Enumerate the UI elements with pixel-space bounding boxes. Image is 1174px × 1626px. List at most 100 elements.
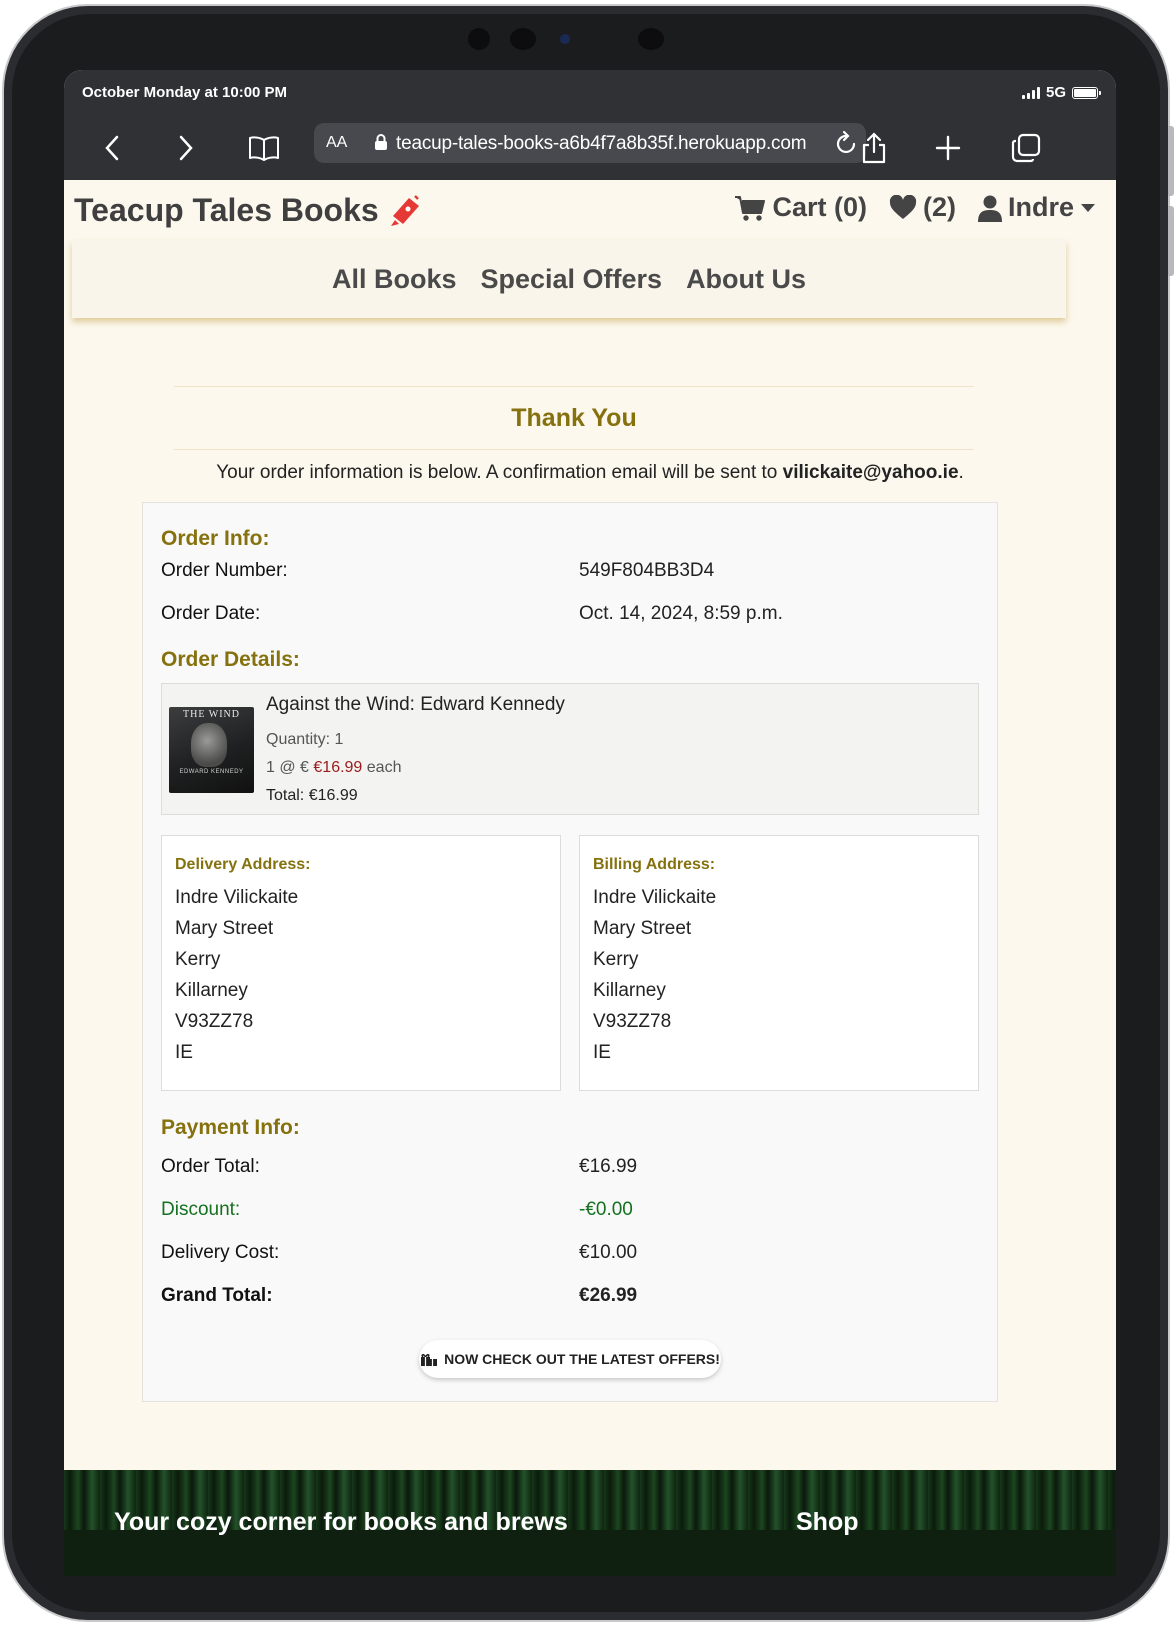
- cart-label: Cart (0): [772, 192, 867, 222]
- share-button[interactable]: [856, 130, 892, 166]
- browser-toolbar: AA teacup-tales-books-a6b4f7a8b35f.herok…: [64, 116, 1116, 180]
- site-footer: Your cozy corner for books and brews Sho…: [64, 1470, 1116, 1576]
- volume-button: [1168, 206, 1174, 276]
- network-label: 5G: [1045, 84, 1066, 101]
- discount-value: -€0.00: [579, 1199, 633, 1220]
- address-line: Kerry: [175, 949, 221, 970]
- price-suffix: each: [366, 759, 402, 776]
- wishlist-link[interactable]: (2): [889, 192, 956, 223]
- lock-icon: [374, 133, 388, 156]
- camera-lens: [560, 34, 570, 44]
- chevron-left-icon: [105, 135, 119, 161]
- page-title: Thank You: [511, 404, 637, 432]
- billing-address-heading: Billing Address:: [593, 856, 716, 873]
- address-bar[interactable]: AA teacup-tales-books-a6b4f7a8b35f.herok…: [314, 123, 866, 163]
- header-actions: Cart (0) (2) Indre: [734, 192, 1096, 223]
- chevron-right-icon: [179, 135, 193, 161]
- address-line: Indre Vilickaite: [175, 887, 299, 908]
- cover-title: THE WIND: [183, 709, 240, 720]
- order-item: THE WIND EDWARD KENNEDY Against the Wind…: [161, 683, 979, 815]
- price-prefix: 1 @ €: [266, 759, 309, 776]
- order-details-heading: Order Details:: [161, 648, 300, 671]
- address-line: Killarney: [175, 980, 248, 1001]
- status-indicators: 5G: [1021, 84, 1101, 101]
- nav-about-us[interactable]: About Us: [686, 264, 806, 295]
- caret-down-icon: [1081, 203, 1095, 212]
- order-total-label: Order Total:: [161, 1156, 260, 1177]
- delivery-address-lines: Indre Vilickaite Mary Street Kerry Killa…: [175, 882, 298, 1068]
- battery-icon: [1072, 86, 1101, 99]
- item-total: Total: €16.99: [266, 787, 358, 804]
- delivery-cost-label: Delivery Cost:: [161, 1242, 280, 1263]
- gifts-icon: [421, 1353, 438, 1366]
- grand-total-value: €26.99: [579, 1285, 638, 1306]
- account-menu[interactable]: Indre: [977, 192, 1096, 223]
- site-logo[interactable]: Teacup Tales Books: [74, 192, 423, 229]
- cover-author: EDWARD KENNEDY: [179, 769, 244, 775]
- footer-tagline: Your cozy corner for books and brews: [114, 1508, 568, 1536]
- confirmation-email: vilickaite@yahoo.ie: [782, 462, 959, 483]
- camera-dot: [510, 28, 536, 50]
- nav-all-books[interactable]: All Books: [332, 264, 457, 295]
- intro-message: Your order information is below. A confi…: [216, 462, 778, 483]
- item-title[interactable]: Against the Wind: Edward Kennedy: [266, 694, 565, 716]
- brand-name: Teacup Tales Books: [74, 192, 379, 228]
- user-icon: [977, 195, 1002, 222]
- back-button[interactable]: [94, 130, 130, 166]
- wishlist-count: (2): [922, 192, 956, 222]
- item-unit-price: 1 @ € €16.99 each: [266, 759, 401, 777]
- bookmarks-button[interactable]: [246, 130, 282, 166]
- address-line: Killarney: [593, 980, 666, 1001]
- status-time: October Monday at 10:00 PM: [82, 84, 288, 101]
- address-line: IE: [593, 1042, 611, 1063]
- status-bar: October Monday at 10:00 PM 5G: [64, 70, 1116, 116]
- price-value: €16.99: [313, 759, 363, 776]
- plus-icon: [935, 135, 961, 161]
- screen: October Monday at 10:00 PM 5G AA teacup-…: [64, 70, 1116, 1576]
- address-line: Indre Vilickaite: [593, 887, 717, 908]
- book-cover-image[interactable]: THE WIND EDWARD KENNEDY: [169, 707, 254, 793]
- signal-icon: [1021, 86, 1040, 99]
- address-line: IE: [175, 1042, 193, 1063]
- footer-shop-heading: Shop: [796, 1508, 859, 1536]
- url-text: teacup-tales-books-a6b4f7a8b35f.herokuap…: [396, 133, 807, 154]
- order-number-label: Order Number:: [161, 560, 288, 581]
- reader-aa-button[interactable]: AA: [326, 134, 347, 152]
- delivery-address-heading: Delivery Address:: [175, 856, 311, 873]
- new-tab-button[interactable]: [930, 130, 966, 166]
- delivery-address-box: Delivery Address: Indre Vilickaite Mary …: [161, 835, 561, 1091]
- delivery-cost-value: €10.00: [579, 1242, 638, 1263]
- payment-info-heading: Payment Info:: [161, 1116, 300, 1139]
- billing-address-box: Billing Address: Indre Vilickaite Mary S…: [579, 835, 979, 1091]
- cart-link[interactable]: Cart (0): [734, 192, 867, 223]
- share-icon: [862, 132, 886, 164]
- nav-special-offers[interactable]: Special Offers: [480, 264, 662, 295]
- latest-offers-button[interactable]: Now check out the latest offers!: [419, 1340, 721, 1378]
- item-quantity: Quantity: 1: [266, 731, 344, 748]
- site-header: Teacup Tales Books Cart (0) (2) Indre: [64, 180, 1116, 244]
- heart-icon: [889, 194, 917, 219]
- grand-total-label: Grand Total:: [161, 1285, 273, 1306]
- bookmark-ribbon-icon: [390, 194, 419, 226]
- address-line: Mary Street: [175, 918, 274, 939]
- camera-dot: [468, 28, 490, 50]
- user-name: Indre: [1007, 192, 1074, 222]
- address-line: V93ZZ78: [593, 1011, 672, 1032]
- forward-button[interactable]: [168, 130, 204, 166]
- address-line: V93ZZ78: [175, 1011, 254, 1032]
- intro-text: Your order information is below. A confi…: [216, 462, 964, 483]
- book-icon: [249, 136, 279, 161]
- address-line: Mary Street: [593, 918, 692, 939]
- volume-button: [1168, 126, 1174, 196]
- tabs-button[interactable]: [1008, 130, 1044, 166]
- billing-address-lines: Indre Vilickaite Mary Street Kerry Killa…: [593, 882, 716, 1068]
- cover-portrait: [191, 723, 227, 767]
- discount-label: Discount:: [161, 1199, 241, 1220]
- address-line: Kerry: [593, 949, 639, 970]
- tablet-frame: October Monday at 10:00 PM 5G AA teacup-…: [2, 4, 1174, 1622]
- order-date-value: Oct. 14, 2024, 8:59 p.m.: [579, 603, 783, 624]
- order-number-value: 549F804BB3D4: [579, 560, 715, 581]
- camera-dot: [638, 28, 664, 50]
- main-nav: All Books Special Offers About Us: [72, 240, 1066, 318]
- order-date-label: Order Date:: [161, 603, 261, 624]
